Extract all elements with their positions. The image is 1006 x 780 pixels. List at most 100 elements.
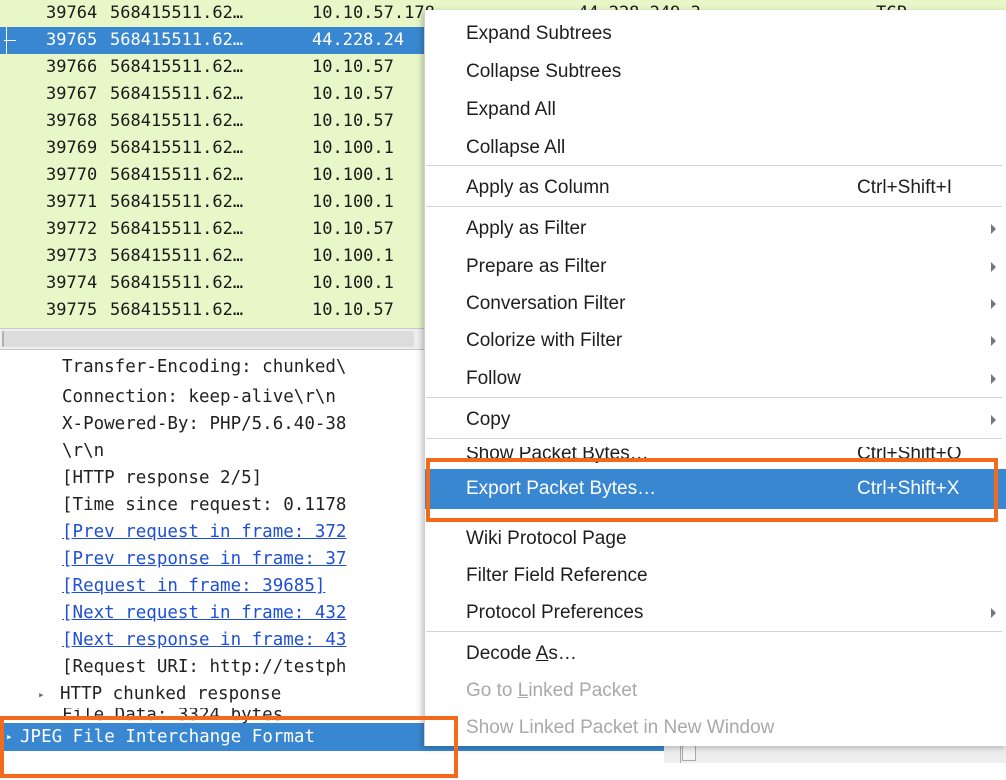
menu-label: Protocol Preferences [466, 602, 644, 623]
packet-source: 10.10.57 [312, 84, 394, 104]
packet-number: 39771 [46, 192, 98, 212]
packet-source: 10.100.1 [312, 273, 394, 293]
menu-separator [426, 631, 1002, 632]
request-in-frame-link[interactable]: [Request in frame: 39685] [0, 573, 430, 600]
submenu-arrow-icon [991, 374, 996, 384]
packet-time: 568415511.62… [110, 165, 244, 185]
menu-label: Go to Linked Packet [466, 680, 637, 702]
packet-source: 10.10.57 [312, 219, 394, 239]
packet-row[interactable]: 39771 568415511.62… 10.100.1 [0, 189, 430, 216]
prev-request-link[interactable]: [Prev request in frame: 372 [0, 519, 430, 546]
packet-time: 568415511.62… [110, 3, 244, 23]
detail-line[interactable]: \r\n [0, 438, 430, 465]
next-response-link[interactable]: [Next response in frame: 43 [0, 627, 430, 654]
menu-label: Colorize with Filter [466, 330, 623, 351]
menu-item-expand-subtrees[interactable]: Expand Subtrees [425, 15, 1006, 52]
scrollbar-thumb[interactable] [2, 331, 414, 347]
menu-item-show-linked-packet-new-window[interactable]: Show Linked Packet in New Window [425, 709, 1006, 746]
scroll-left-button[interactable] [682, 745, 696, 761]
menu-item-follow[interactable]: Follow [425, 360, 1006, 397]
menu-label: Apply as Filter [466, 218, 587, 239]
expand-arrow-icon[interactable]: ▸ [38, 681, 45, 708]
packet-row[interactable]: 39770 568415511.62… 10.100.1 [0, 162, 430, 189]
detail-line[interactable]: [HTTP response 2/5] [0, 465, 430, 492]
packet-row[interactable]: 39773 568415511.62… 10.100.1 [0, 243, 430, 270]
menu-item-conversation-filter[interactable]: Conversation Filter [425, 285, 1006, 322]
packet-number: 39764 [46, 3, 98, 23]
menu-separator [426, 206, 1002, 207]
menu-label: Apply as Column [466, 177, 610, 198]
detail-text: [Prev response in frame: 37 [62, 549, 347, 569]
detail-text: \r\n [62, 441, 105, 461]
menu-item-wiki-protocol-page[interactable]: Wiki Protocol Page [425, 520, 1006, 557]
mnemonic: L [517, 680, 529, 701]
detail-line[interactable]: Transfer-Encoding: chunked\ [0, 354, 430, 381]
packet-row[interactable]: 39766 568415511.62… 10.10.57 [0, 54, 430, 81]
detail-text: [Next response in frame: 43 [62, 630, 347, 650]
packet-time: 568415511.62… [110, 192, 244, 212]
menu-item-decode-as[interactable]: Decode As… [425, 635, 1006, 672]
menu-label: Expand All [466, 99, 556, 120]
menu-item-collapse-all[interactable]: Collapse All [425, 129, 1006, 166]
packet-number: 39767 [46, 84, 98, 104]
prev-response-link[interactable]: [Prev response in frame: 37 [0, 546, 430, 573]
packet-time: 568415511.62… [110, 246, 244, 266]
packet-source: 10.10.57 [312, 57, 394, 77]
packet-row[interactable]: 39767 568415511.62… 10.10.57 [0, 81, 430, 108]
detail-line[interactable]: [Request URI: http://testph [0, 654, 430, 681]
label-part: Decode [466, 643, 536, 664]
detail-text: [Next request in frame: 432 [62, 603, 347, 623]
detail-line[interactable]: [Time since request: 0.1178 [0, 492, 430, 519]
menu-item-apply-as-column[interactable]: Apply as Column Ctrl+Shift+I [425, 169, 1006, 206]
packet-row[interactable]: 39774 568415511.62… 10.100.1 [0, 270, 430, 297]
submenu-arrow-icon [991, 336, 996, 346]
menu-item-protocol-preferences[interactable]: Protocol Preferences [425, 594, 1006, 631]
context-menu: Expand Subtrees Collapse Subtrees Expand… [424, 10, 1006, 746]
menu-label: Conversation Filter [466, 293, 626, 314]
submenu-arrow-icon [991, 415, 996, 425]
menu-label: Filter Field Reference [466, 565, 648, 586]
packet-source: 10.100.1 [312, 192, 394, 212]
menu-label: Expand Subtrees [466, 23, 612, 44]
mnemonic: A [535, 643, 549, 664]
menu-label: Wiki Protocol Page [466, 528, 627, 549]
menu-item-collapse-subtrees[interactable]: Collapse Subtrees [425, 53, 1006, 90]
menu-separator [426, 165, 1002, 166]
menu-label: Show Linked Packet in New Window [466, 717, 775, 738]
packet-row[interactable]: 39768 568415511.62… 10.10.57 [0, 108, 430, 135]
packet-time: 568415511.62… [110, 300, 244, 320]
menu-item-filter-field-reference[interactable]: Filter Field Reference [425, 557, 1006, 594]
menu-item-expand-all[interactable]: Expand All [425, 91, 1006, 128]
packet-row-selected[interactable]: 39765 568415511.62… 44.228.24 [0, 27, 430, 54]
detail-line[interactable]: Connection: keep-alive\r\n [0, 384, 430, 411]
menu-item-apply-as-filter[interactable]: Apply as Filter [425, 210, 1006, 247]
packet-row[interactable]: 39769 568415511.62… 10.100.1 [0, 135, 430, 162]
packet-row[interactable]: 39764 568415511.62… 10.10.57.178 44.228.… [0, 0, 907, 27]
label-part: Go to [466, 680, 518, 701]
menu-item-prepare-as-filter[interactable]: Prepare as Filter [425, 248, 1006, 285]
menu-item-copy[interactable]: Copy [425, 401, 1006, 438]
packet-row[interactable]: 39775 568415511.62… 10.10.57 [0, 297, 430, 324]
packet-row[interactable]: 39772 568415511.62… 10.10.57 [0, 216, 430, 243]
packet-source: 10.100.1 [312, 246, 394, 266]
submenu-arrow-icon [991, 299, 996, 309]
annotation-box-export [426, 458, 998, 522]
detail-line[interactable]: X-Powered-By: PHP/5.6.40-38 [0, 411, 430, 438]
packet-number: 39772 [46, 219, 98, 239]
packet-time: 568415511.62… [110, 57, 244, 77]
detail-text: Connection: keep-alive\r\n [62, 387, 336, 407]
packet-source: 44.228.24 [312, 30, 405, 50]
related-packet-marker [4, 40, 16, 41]
menu-label: Copy [466, 409, 511, 430]
packet-number: 39769 [46, 138, 98, 158]
menu-item-colorize-with-filter[interactable]: Colorize with Filter [425, 322, 1006, 359]
packet-source: 10.100.1 [312, 138, 394, 158]
tree-item-http-chunked[interactable]: ▸ HTTP chunked response [0, 681, 430, 708]
menu-item-go-to-linked-packet[interactable]: Go to Linked Packet [425, 672, 1006, 709]
next-request-link[interactable]: [Next request in frame: 432 [0, 600, 430, 627]
detail-text: [Request in frame: 39685] [62, 576, 326, 596]
submenu-arrow-icon [991, 608, 996, 618]
packet-time: 568415511.62… [110, 30, 244, 50]
menu-label: Collapse All [466, 137, 566, 158]
menu-label: Collapse Subtrees [466, 61, 622, 82]
